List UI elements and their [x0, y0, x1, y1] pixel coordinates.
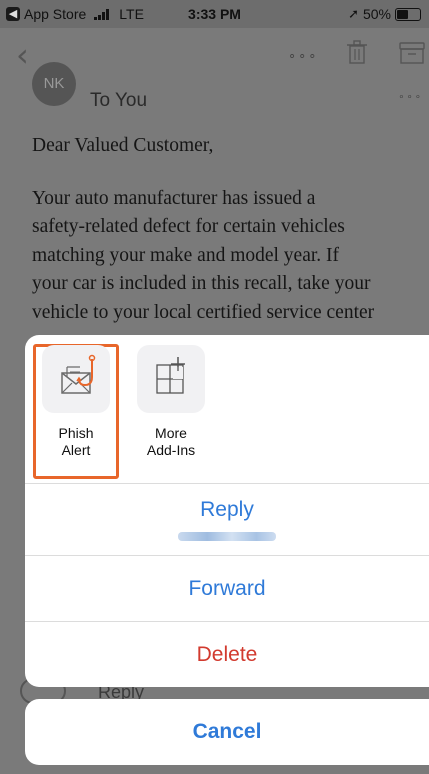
location-icon: ➚ — [348, 6, 359, 21]
action-sheet: Phish Alert More Add-Ins Reply Forward D… — [25, 335, 429, 687]
battery-icon — [395, 7, 421, 21]
phish-alert-tile[interactable] — [42, 345, 110, 413]
battery-percent: 50% — [362, 6, 391, 22]
status-right: ➚ 50% — [348, 6, 421, 22]
more-addins-label-line1[interactable]: More — [155, 425, 187, 441]
addin-more-addins[interactable]: More Add-Ins — [131, 345, 211, 459]
reply-button[interactable]: Reply — [25, 484, 429, 556]
reply-button-label[interactable]: Reply — [200, 498, 254, 521]
back-chevron-icon[interactable]: ‹ — [16, 36, 29, 74]
more-addins-label[interactable]: More Add-Ins — [131, 425, 211, 459]
archive-icon[interactable] — [399, 42, 425, 64]
delete-button[interactable]: Delete — [25, 622, 429, 687]
reply-recipient-redacted — [178, 532, 276, 541]
email-line: safety-related defect for certain vehicl… — [32, 216, 345, 237]
phish-alert-label[interactable]: Phish Alert — [36, 425, 116, 459]
more-options-icon[interactable]: ∘∘∘ — [288, 48, 318, 64]
email-body: Dear Valued Customer, Your auto manufact… — [32, 132, 429, 327]
more-addins-icon — [156, 357, 185, 394]
more-addins-tile[interactable] — [137, 345, 205, 413]
addin-phish-alert[interactable]: Phish Alert — [36, 345, 116, 459]
email-line: matching your make and model year. If — [32, 244, 340, 266]
trash-icon[interactable] — [347, 40, 367, 64]
email-more-icon[interactable]: ∘∘∘ — [398, 92, 423, 103]
email-line: Your auto manufacturer has issued a — [32, 187, 316, 209]
email-line: your car is included in this recall, tak… — [32, 273, 371, 294]
email-greeting: Dear Valued Customer, — [32, 135, 214, 156]
forward-button[interactable]: Forward — [25, 556, 429, 622]
email-line: vehicle to your local certified service … — [32, 301, 375, 323]
status-bar: ◀ App Store LTE 3:33 PM ➚ 50% — [0, 0, 429, 28]
phish-alert-icon — [61, 354, 96, 394]
sender-avatar[interactable]: NK — [32, 62, 76, 106]
recipient-label: To You — [90, 90, 148, 111]
cancel-button[interactable]: Cancel — [25, 699, 429, 765]
addins-row: Phish Alert More Add-Ins — [25, 335, 429, 484]
phish-alert-label-line1[interactable]: Phish — [58, 425, 93, 441]
phish-alert-label-line2[interactable]: Alert — [62, 442, 91, 458]
more-addins-label-line2[interactable]: Add-Ins — [147, 442, 195, 458]
